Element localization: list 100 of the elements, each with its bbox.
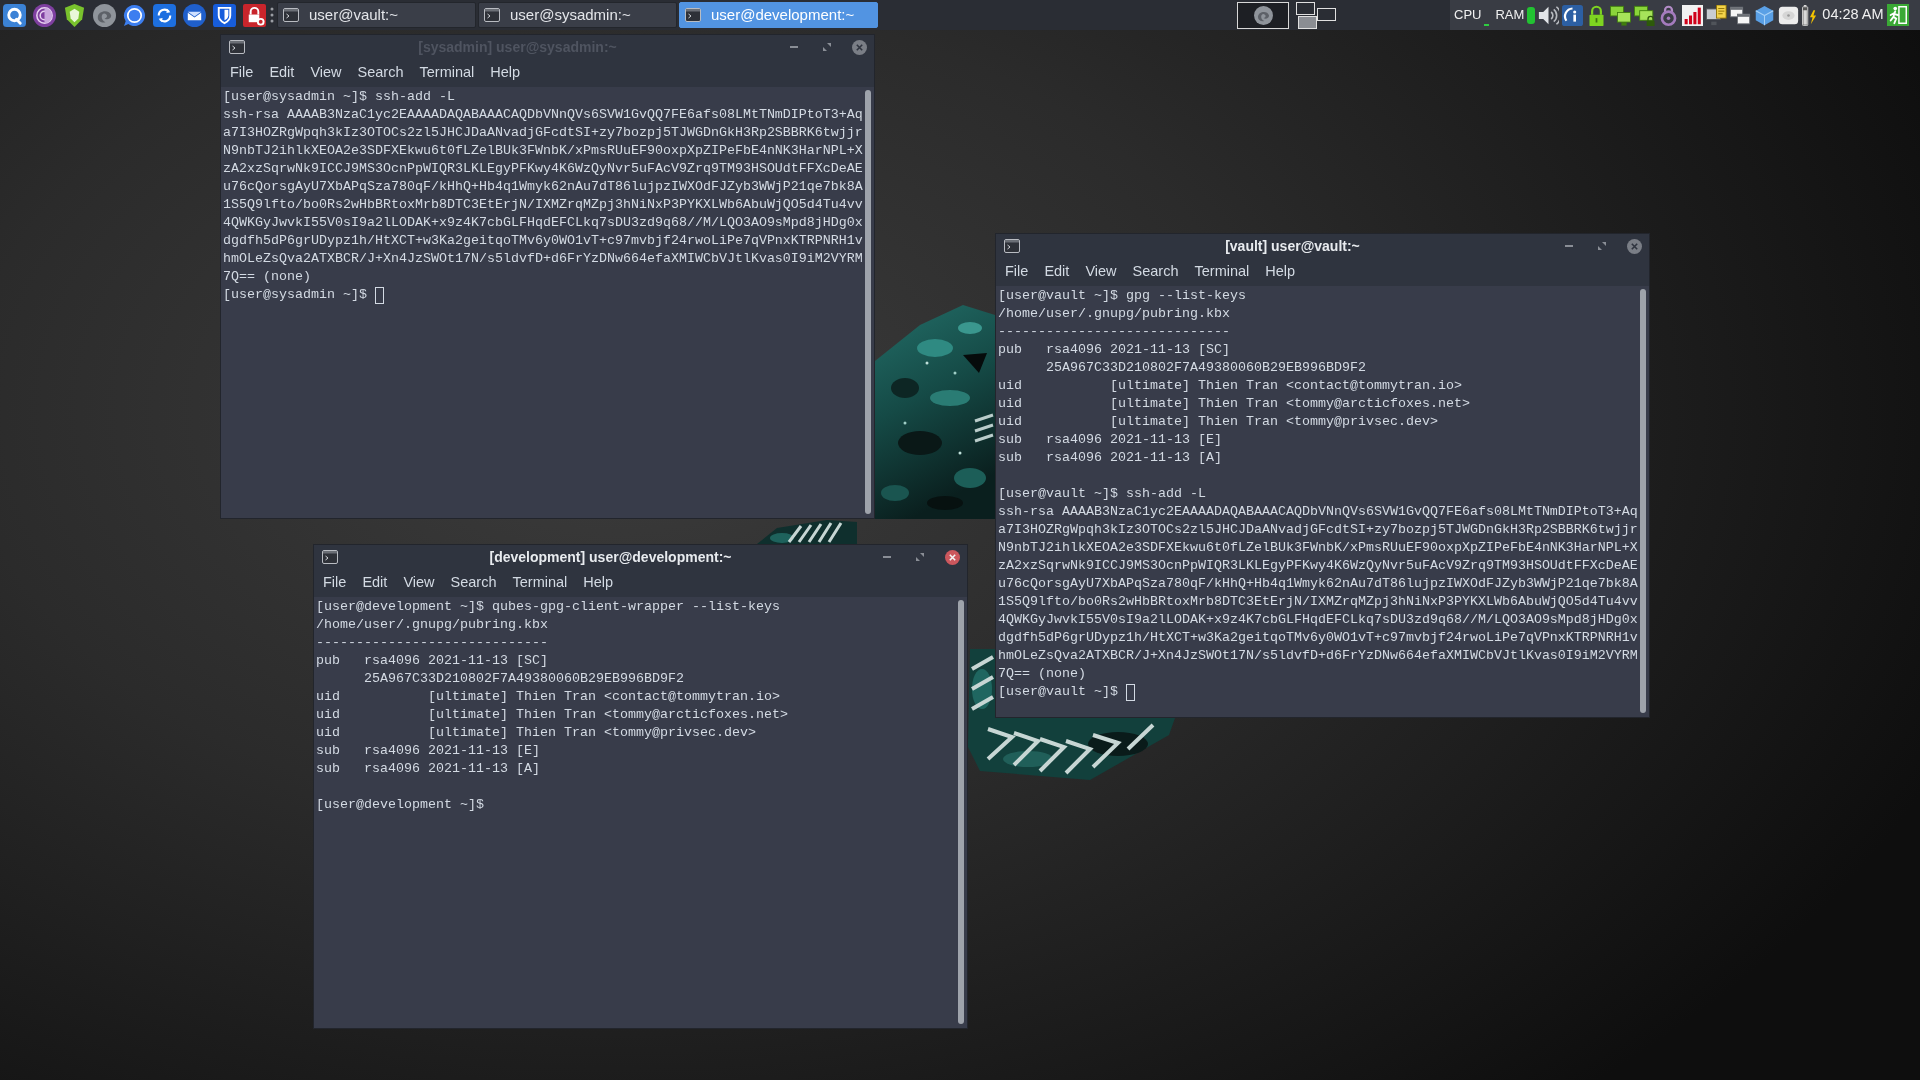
taskbar-task[interactable]: user@sysadmin:~ bbox=[478, 2, 677, 28]
scrollbar[interactable] bbox=[1640, 289, 1646, 713]
terminal-line: sub rsa4096 2021-11-13 [E] bbox=[316, 742, 540, 760]
monitors-lock-icon[interactable] bbox=[1634, 4, 1656, 26]
windows-icon[interactable] bbox=[1730, 4, 1752, 26]
cube-icon[interactable] bbox=[1754, 4, 1776, 26]
terminal-line: 7Q== (none) bbox=[223, 268, 311, 286]
terminal-line: uid [ultimate] Thien Tran <contact@tommytran.io> bbox=[316, 688, 780, 706]
shield-icon[interactable] bbox=[63, 3, 86, 27]
terminal-line: dgdfh5dP6grUDypz1h/HtXCT+w3Ka2geitqoTMv6y0WO1vT+c97mvbjf24rwoLiPe7qVPnxKTRPNRH1v bbox=[998, 629, 1638, 647]
monitors-icon[interactable] bbox=[1610, 4, 1632, 26]
terminal-icon bbox=[484, 8, 500, 22]
terminal-line: pub rsa4096 2021-11-13 [SC] bbox=[316, 652, 548, 670]
terminal-line: [user@vault ~]$ ssh-add -L bbox=[998, 485, 1206, 503]
menu-item[interactable]: View bbox=[395, 572, 443, 594]
monitor-document-icon[interactable] bbox=[1706, 4, 1728, 26]
terminal-line: 7Q== (none) bbox=[998, 665, 1086, 683]
menu-item[interactable]: Edit bbox=[261, 62, 303, 84]
workspace-pager-icon[interactable] bbox=[1296, 1, 1336, 29]
terminal-line: sub rsa4096 2021-11-13 [A] bbox=[316, 760, 540, 778]
menu-item[interactable]: Edit bbox=[354, 572, 396, 594]
terminal-icon[interactable] bbox=[1004, 239, 1020, 253]
terminal-line: [user@vault ~]$ gpg --list-keys bbox=[998, 287, 1246, 305]
terminal-line: N9nbTJ2ihlkXEOA2e3SDFXEkwu6t0fLZelBUk3FWnbK/xPmsRUuEF90oxpXpZIPeFbE4nNK3HarNPL+X bbox=[998, 539, 1638, 557]
menu-item[interactable]: Help bbox=[575, 572, 622, 594]
terminal-line: a7I3HOZRgWpqh3kIz3OTOCs2zl5JHCJDaANvadjGFcdtSI+zy7bozpj5TJWGDnGkH3Rp2SBBRK6twjjr bbox=[223, 124, 863, 142]
shield-icon[interactable] bbox=[213, 3, 236, 27]
sync-icon[interactable] bbox=[153, 3, 176, 27]
exit-icon[interactable] bbox=[1886, 4, 1909, 26]
menu-item[interactable]: File bbox=[222, 62, 262, 84]
terminal-line: 4QWKGyJwvkI55V0sI9a2lLODAK+x9z4K7cbGLFHqdEFCLkq7sDU3zd9q68//M/LQO3AO9sMpd8jHDg0x bbox=[998, 611, 1638, 629]
menu-item[interactable]: Edit bbox=[1036, 261, 1078, 283]
menu-item[interactable]: Help bbox=[1257, 261, 1304, 283]
menu-item[interactable]: Terminal bbox=[504, 572, 576, 594]
grip-icon[interactable] bbox=[270, 7, 274, 23]
clock: 04:28 AM bbox=[1822, 5, 1884, 25]
terminal-line: u76cQorsgAyU7XbAPqSza780qF/kHhQ+Hb4q1Wmyk62nAu7dT86lujpzIWXOdFJZyb3WWjP21qe7bk8A bbox=[998, 575, 1638, 593]
terminal-line: hmOLeZsQva2ATXBCR/J+Xn4JzSWOt17N/s5ldvfD+d6FrYzDNw664efaXMIWCbVJtlKvas0I9iM2VYRM bbox=[223, 250, 863, 268]
volume-icon[interactable] bbox=[1538, 4, 1560, 26]
battery-charging-icon[interactable] bbox=[1802, 4, 1818, 26]
terminal-line: uid [ultimate] Thien Tran <tommy@arcticfoxes.net> bbox=[998, 395, 1470, 413]
terminal-line: 1S5Q9lfto/bo0Rs2wHbBRtoxMrb8DTC3EtErjN/IXMZrqMZpj3hNiNxP3PYKXLWb6AbuWjQO5d4Tu4vv bbox=[998, 593, 1638, 611]
terminal-line: [user@sysadmin ~]$ bbox=[223, 286, 367, 304]
terminal-icon bbox=[283, 8, 299, 22]
terminal-line: /home/user/.gnupg/pubring.kbx bbox=[316, 616, 548, 634]
terminal-line: N9nbTJ2ihlkXEOA2e3SDFXEkwu6t0fLZelBUk3FWnbK/xPmsRUuEF90oxpXpZIPeFbE4nNK3HarNPL+X bbox=[223, 142, 863, 160]
menu-item[interactable]: View bbox=[302, 62, 350, 84]
mail-icon[interactable] bbox=[183, 3, 206, 27]
menu-item[interactable]: File bbox=[315, 572, 355, 594]
info-icon[interactable] bbox=[1562, 4, 1584, 26]
terminal-line: 25A967C33D210802F7A49380060B29EB996BD9F2 bbox=[363, 670, 684, 688]
terminal-line: [user@development ~]$ qubes-gpg-client-wrapper --list-keys bbox=[316, 598, 780, 616]
lock-icon[interactable] bbox=[243, 3, 266, 27]
menu-item[interactable]: Terminal bbox=[411, 62, 483, 84]
menu-item[interactable]: Help bbox=[482, 62, 529, 84]
signal-bars-icon[interactable] bbox=[1682, 4, 1704, 26]
terminal-line: ssh-rsa AAAAB3NzaC1yc2EAAAADAQABAAACAQDbVNnQVs6SVW1GvQQ7FE6afs08LMtTNmDIPtoT3+Aq bbox=[998, 503, 1638, 521]
terminal-line: dgdfh5dP6grUDypz1h/HtXCT+w3Ka2geitqoTMv6y0WO1vT+c97mvbjf24rwoLiPe7qVPnxKTRPNRH1v bbox=[223, 232, 863, 250]
terminal-line: ----------------------------- bbox=[998, 323, 1230, 341]
chat-bubble-icon[interactable] bbox=[123, 3, 146, 27]
menu-item[interactable]: Terminal bbox=[1186, 261, 1258, 283]
taskbar-task[interactable]: user@vault:~ bbox=[277, 2, 476, 28]
terminal-line: ----------------------------- bbox=[316, 634, 548, 652]
terminal-line: zA2xzSqrwNk9ICCJ9MS3OcnPpWIQR3LKLEgyPFKwy4K6WzQyNvr5uFAcV9Zrq9TM93HSOUdtFFXcDeAE bbox=[998, 557, 1638, 575]
close-icon[interactable] bbox=[945, 549, 960, 565]
terminal-line: sub rsa4096 2021-11-13 [A] bbox=[998, 449, 1222, 467]
terminal-line: /home/user/.gnupg/pubring.kbx bbox=[998, 305, 1230, 323]
terminal-line: zA2xzSqrwNk9ICCJ9MS3OcnPpWIQR3LKLEgyPFKwy4K6WzQyNvr5uFAcV9Zrq9TM93HSOUdtFFXcDeAE bbox=[223, 160, 863, 178]
terminal-line: 1S5Q9lfto/bo0Rs2wHbBRtoxMrb8DTC3EtErjN/IXMZrqMZpj3hNiNxP3PYKXLWb6AbuWjQO5d4Tu4vv bbox=[223, 196, 863, 214]
terminal-icon[interactable] bbox=[229, 40, 245, 54]
terminal-line: ssh-rsa AAAAB3NzaC1yc2EAAAADAQABAAACAQDbVNnQVs6SVW1GvQQ7FE6afs08LMtTNmDIPtoT3+Aq bbox=[223, 106, 863, 124]
menu-item[interactable]: Search bbox=[349, 62, 412, 84]
app-menu-icon[interactable] bbox=[3, 3, 26, 27]
terminal-line: sub rsa4096 2021-11-13 [E] bbox=[998, 431, 1222, 449]
terminal-line: [user@sysadmin ~]$ ssh-add -L bbox=[223, 88, 455, 106]
window-title: [development] user@development:~ bbox=[489, 547, 732, 567]
terminal-line: hmOLeZsQva2ATXBCR/J+Xn4JzSWOt17N/s5ldvfD+d6FrYzDNw664efaXMIWCbVJtlKvas0I9iM2VYRM bbox=[998, 647, 1638, 665]
terminal-line: pub rsa4096 2021-11-13 [SC] bbox=[998, 341, 1230, 359]
terminal-line: 4QWKGyJwvkI55V0sI9a2lLODAK+x9z4K7cbGLFHqdEFCLkq7sDU3zd9q68//M/LQO3AO9sMpd8jHDg0x bbox=[223, 214, 863, 232]
terminal-line: [user@vault ~]$ bbox=[998, 683, 1118, 701]
terminal-line: 25A967C33D210802F7A49380060B29EB996BD9F2 bbox=[1045, 359, 1366, 377]
terminal-icon bbox=[685, 8, 701, 22]
maximize-icon[interactable] bbox=[823, 43, 831, 51]
maximize-icon[interactable] bbox=[916, 553, 924, 561]
terminal-line: u76cQorsgAyU7XbAPqSza780qF/kHhQ+Hb4q1Wmyk62nAu7dT86lujpzIWXOdFJZyb3WWjP21qe7bk8A bbox=[223, 178, 863, 196]
scrollbar[interactable] bbox=[865, 90, 871, 514]
concentric-circle-icon[interactable] bbox=[33, 3, 56, 27]
menu-item[interactable]: Search bbox=[1124, 261, 1187, 283]
swirl-icon bbox=[1253, 5, 1273, 25]
scrollbar[interactable] bbox=[958, 600, 964, 1024]
menu-item[interactable]: Search bbox=[442, 572, 505, 594]
swirl-icon[interactable] bbox=[93, 3, 116, 27]
terminal-line: uid [ultimate] Thien Tran <contact@tommytran.io> bbox=[998, 377, 1462, 395]
terminal-line: uid [ultimate] Thien Tran <tommy@privsec.dev> bbox=[316, 724, 756, 742]
menu-item[interactable]: File bbox=[997, 261, 1037, 283]
terminal-line: uid [ultimate] Thien Tran <tommy@privsec.dev> bbox=[998, 413, 1438, 431]
maximize-icon[interactable] bbox=[1598, 242, 1606, 250]
menu-item[interactable]: View bbox=[1077, 261, 1125, 283]
app-button[interactable] bbox=[1237, 1, 1289, 29]
terminal-icon[interactable] bbox=[322, 550, 338, 564]
